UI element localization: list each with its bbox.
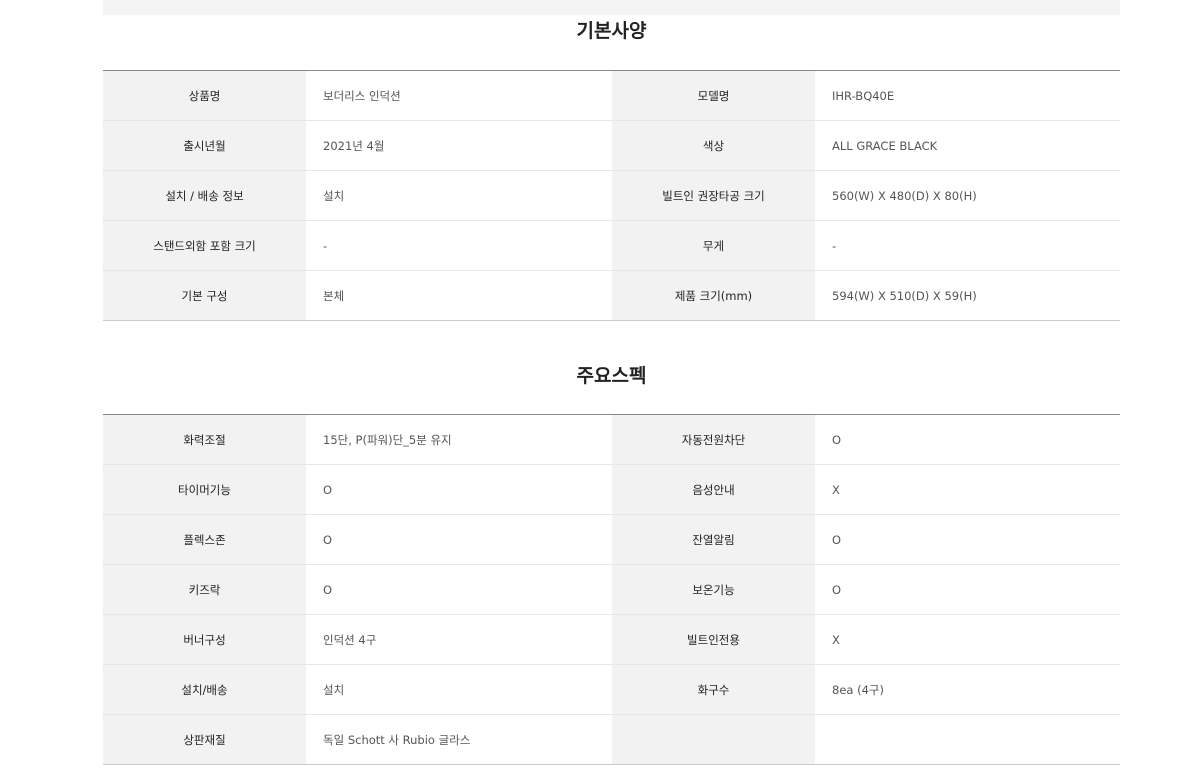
spec-value: 2021년 4월 xyxy=(306,120,612,171)
basic-spec-table: 상품명 보더리스 인덕션 모델명 IHR-BQ40E 출시년월 2021년 4월… xyxy=(103,70,1120,321)
basic-spec-title: 기본사양 xyxy=(576,20,647,42)
spec-value: 인덕션 4구 xyxy=(306,614,612,665)
spec-label: 무게 xyxy=(612,220,815,271)
spec-value: O xyxy=(815,514,1120,565)
table-row: 상판재질 독일 Schott 사 Rubio 글라스 xyxy=(103,714,1120,765)
spec-label: 키즈락 xyxy=(103,564,306,615)
table-row: 출시년월 2021년 4월 색상 ALL GRACE BLACK xyxy=(103,120,1120,171)
spec-value: 560(W) X 480(D) X 80(H) xyxy=(815,170,1120,221)
spec-value: IHR-BQ40E xyxy=(815,70,1120,121)
spec-value: X xyxy=(815,464,1120,515)
spec-value: 15단, P(파워)단_5분 유지 xyxy=(306,414,612,465)
spec-label: 모델명 xyxy=(612,70,815,121)
top-strip xyxy=(103,0,1120,15)
spec-value: 보더리스 인덕션 xyxy=(306,70,612,121)
spec-label: 기본 구성 xyxy=(103,270,306,321)
spec-value: 8ea (4구) xyxy=(815,664,1120,715)
table-row: 스탠드외함 포함 크기 - 무게 - xyxy=(103,220,1120,271)
table-row: 설치/배송 설치 화구수 8ea (4구) xyxy=(103,664,1120,715)
spec-value: O xyxy=(815,564,1120,615)
spec-value: 본체 xyxy=(306,270,612,321)
spec-value xyxy=(815,714,1120,765)
spec-value: 설치 xyxy=(306,664,612,715)
spec-label: 버너구성 xyxy=(103,614,306,665)
table-row: 타이머기능 O 음성안내 X xyxy=(103,464,1120,515)
spec-value: O xyxy=(306,564,612,615)
spec-label: 스탠드외함 포함 크기 xyxy=(103,220,306,271)
spec-value: - xyxy=(815,220,1120,271)
table-row: 상품명 보더리스 인덕션 모델명 IHR-BQ40E xyxy=(103,70,1120,121)
spec-label: 색상 xyxy=(612,120,815,171)
spec-label: 타이머기능 xyxy=(103,464,306,515)
spec-label: 빌트인 권장타공 크기 xyxy=(612,170,815,221)
spec-label: 잔열알림 xyxy=(612,514,815,565)
spec-label: 설치/배송 xyxy=(103,664,306,715)
spec-value: 독일 Schott 사 Rubio 글라스 xyxy=(306,714,612,765)
spec-label: 플렉스존 xyxy=(103,514,306,565)
spec-label: 상품명 xyxy=(103,70,306,121)
table-row: 설치 / 배송 정보 설치 빌트인 권장타공 크기 560(W) X 480(D… xyxy=(103,170,1120,221)
spec-value: O xyxy=(306,514,612,565)
spec-label: 음성안내 xyxy=(612,464,815,515)
spec-label: 출시년월 xyxy=(103,120,306,171)
spec-label: 보온기능 xyxy=(612,564,815,615)
spec-value: 설치 xyxy=(306,170,612,221)
main-spec-table: 화력조절 15단, P(파워)단_5분 유지 자동전원차단 O 타이머기능 O … xyxy=(103,414,1120,765)
table-row: 화력조절 15단, P(파워)단_5분 유지 자동전원차단 O xyxy=(103,414,1120,465)
table-row: 플렉스존 O 잔열알림 O xyxy=(103,514,1120,565)
spec-value: X xyxy=(815,614,1120,665)
spec-label: 상판재질 xyxy=(103,714,306,765)
spec-label: 빌트인전용 xyxy=(612,614,815,665)
spec-label: 제품 크기(mm) xyxy=(612,270,815,321)
spec-label: 화구수 xyxy=(612,664,815,715)
spec-value: 594(W) X 510(D) X 59(H) xyxy=(815,270,1120,321)
spec-label: 화력조절 xyxy=(103,414,306,465)
table-row: 키즈락 O 보온기능 O xyxy=(103,564,1120,615)
spec-value: O xyxy=(306,464,612,515)
spec-label: 설치 / 배송 정보 xyxy=(103,170,306,221)
spec-value: O xyxy=(815,414,1120,465)
spec-label xyxy=(612,714,815,765)
spec-value: - xyxy=(306,220,612,271)
main-spec-title: 주요스펙 xyxy=(576,365,647,387)
table-row: 기본 구성 본체 제품 크기(mm) 594(W) X 510(D) X 59(… xyxy=(103,270,1120,321)
spec-label: 자동전원차단 xyxy=(612,414,815,465)
table-row: 버너구성 인덕션 4구 빌트인전용 X xyxy=(103,614,1120,665)
spec-value: ALL GRACE BLACK xyxy=(815,120,1120,171)
